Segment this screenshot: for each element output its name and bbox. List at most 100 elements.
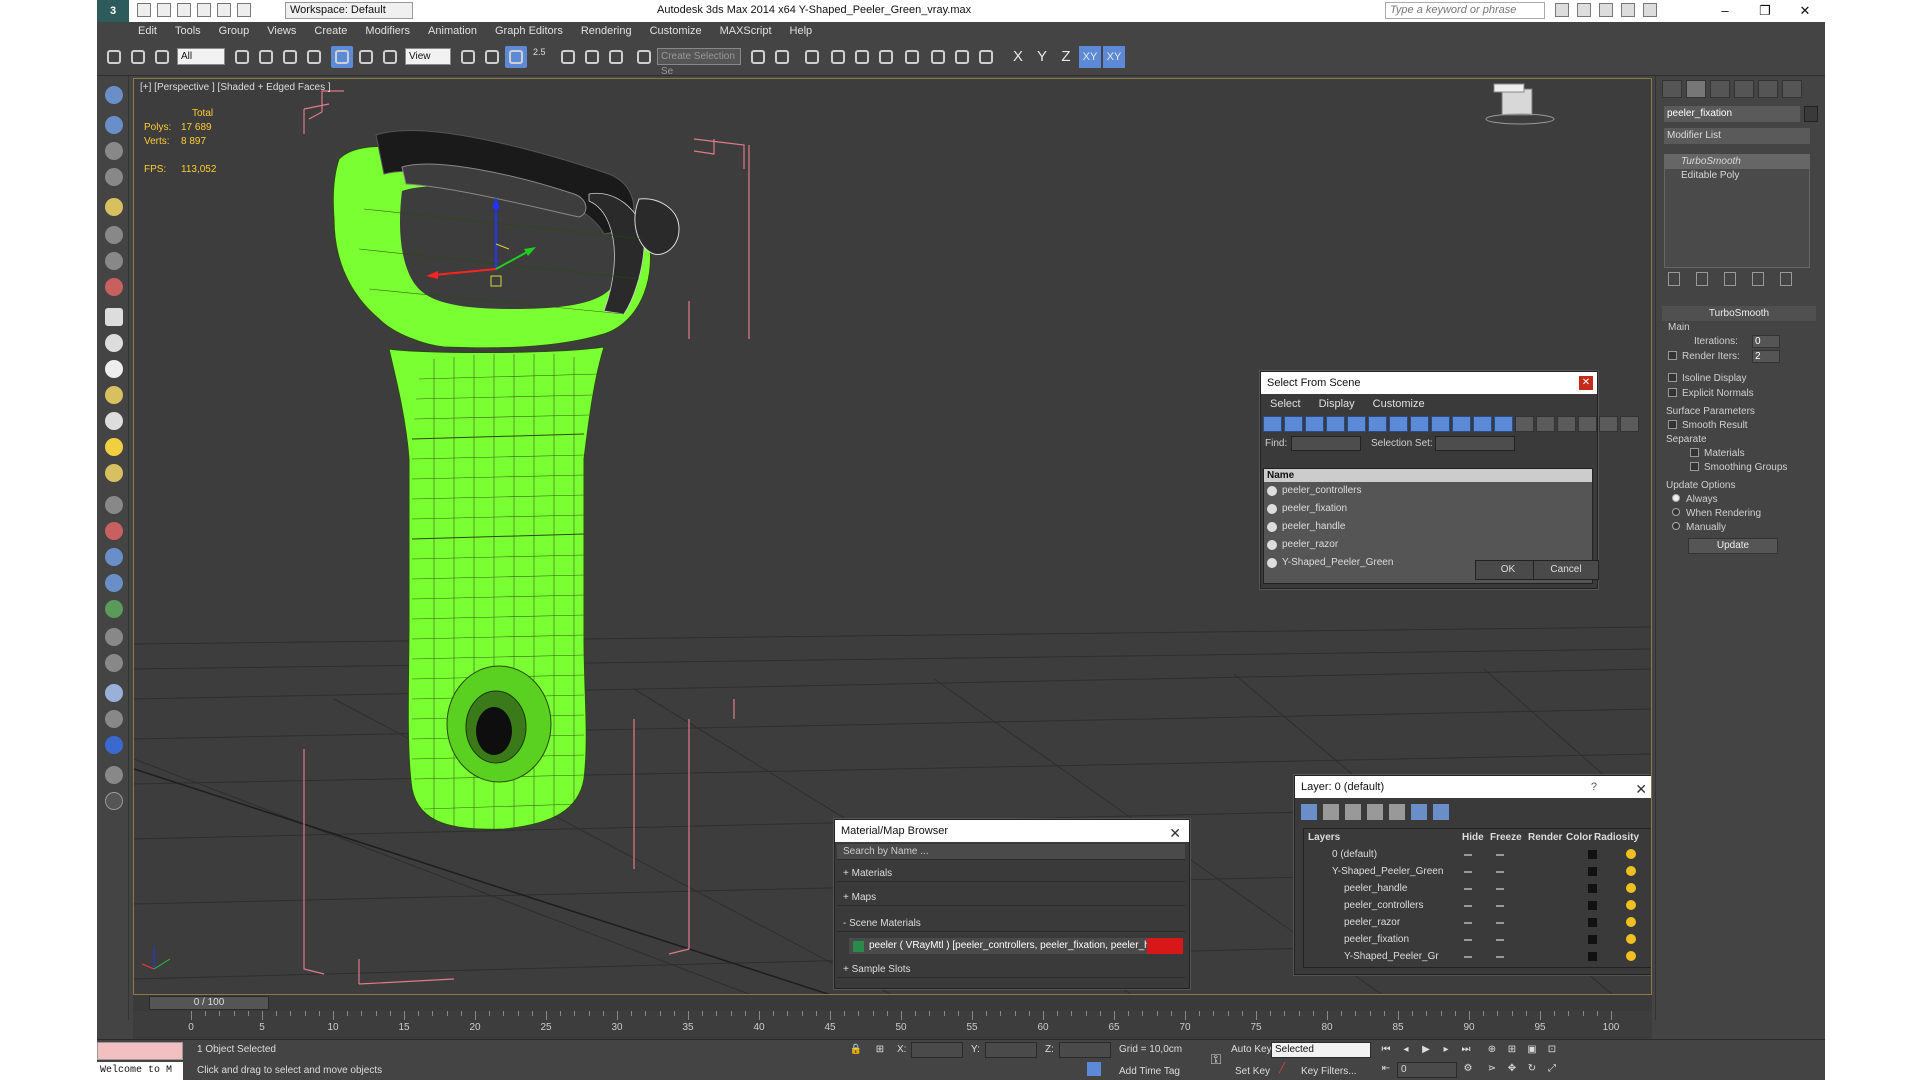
hierarchy-tab-icon[interactable] bbox=[1710, 80, 1730, 98]
layer-row[interactable]: Y-Shaped_Peeler_Green bbox=[1304, 863, 1651, 880]
close-icon[interactable]: ✕ bbox=[1169, 822, 1181, 844]
materials-section[interactable]: + Materials bbox=[837, 866, 1185, 882]
render-production-icon[interactable] bbox=[975, 46, 997, 68]
tool-icon-10[interactable] bbox=[105, 522, 123, 540]
show-end-result-icon[interactable] bbox=[1696, 272, 1708, 286]
scene-materials-section[interactable]: - Scene Materials bbox=[837, 916, 1185, 932]
maxscript-mini-listener[interactable]: Welcome to M bbox=[97, 1062, 183, 1080]
help-icon[interactable] bbox=[1643, 3, 1657, 17]
tool-icon-12[interactable] bbox=[105, 574, 123, 592]
mirror-icon[interactable] bbox=[747, 46, 769, 68]
isoline-checkbox[interactable] bbox=[1668, 373, 1677, 382]
maximize-viewport-icon[interactable]: ⤢ bbox=[1545, 1062, 1559, 1076]
percent-snap-icon[interactable] bbox=[581, 46, 603, 68]
add-to-layer-icon[interactable] bbox=[1345, 804, 1361, 820]
angle-snap-icon[interactable] bbox=[557, 46, 579, 68]
z-coord-field[interactable] bbox=[1059, 1042, 1111, 1058]
material-editor-icon[interactable] bbox=[901, 46, 923, 68]
utilities-tab-icon[interactable] bbox=[1782, 80, 1802, 98]
maximize-button[interactable]: ❐ bbox=[1745, 0, 1785, 22]
key-icon[interactable]: ⚿ bbox=[1209, 1052, 1223, 1066]
key-mode-icon[interactable]: ⇤ bbox=[1379, 1062, 1393, 1076]
time-tag-icon[interactable] bbox=[1087, 1062, 1101, 1076]
unlink-icon[interactable] bbox=[127, 46, 149, 68]
close-icon[interactable]: ✕ bbox=[1635, 778, 1647, 800]
list-item[interactable]: peeler_razor bbox=[1264, 536, 1592, 554]
render-iters-checkbox[interactable] bbox=[1668, 351, 1677, 360]
tool-icon-17[interactable] bbox=[105, 710, 123, 728]
zoom-all-icon[interactable]: ⊞ bbox=[1505, 1043, 1519, 1057]
axis-z-button[interactable]: Z bbox=[1055, 46, 1077, 68]
filter-hidden-icon[interactable] bbox=[1494, 416, 1513, 432]
tool-icon-19[interactable] bbox=[105, 766, 123, 784]
align-icon[interactable] bbox=[771, 46, 793, 68]
menu-group[interactable]: Group bbox=[210, 22, 259, 40]
hierarchy-icon[interactable] bbox=[1599, 416, 1618, 432]
col-hide[interactable]: Hide bbox=[1462, 829, 1484, 846]
orbit-icon[interactable]: ↻ bbox=[1525, 1062, 1539, 1076]
layer-row[interactable]: 0 (default) bbox=[1304, 846, 1651, 863]
select-by-name-icon[interactable] bbox=[255, 46, 277, 68]
maps-section[interactable]: + Maps bbox=[837, 890, 1185, 906]
edit-named-selection-icon[interactable] bbox=[633, 46, 655, 68]
modify-tab-icon[interactable] bbox=[1686, 80, 1706, 98]
filter-lights-icon[interactable] bbox=[1305, 416, 1324, 432]
select-move-icon[interactable] bbox=[331, 46, 353, 68]
tool-icon-9[interactable] bbox=[105, 496, 123, 514]
pin-stack-icon[interactable] bbox=[1668, 272, 1680, 286]
cone-icon[interactable] bbox=[105, 412, 123, 430]
turbosmooth-rollout-title[interactable]: TurboSmooth bbox=[1662, 306, 1816, 321]
select-invert-icon[interactable] bbox=[1557, 416, 1576, 432]
delete-layer-icon[interactable] bbox=[1323, 804, 1339, 820]
set-key-icon[interactable]: ╱ bbox=[1275, 1062, 1289, 1076]
menu-create[interactable]: Create bbox=[305, 22, 356, 40]
curve-editor-icon[interactable] bbox=[851, 46, 873, 68]
ok-button[interactable]: OK bbox=[1475, 560, 1541, 580]
tool-icon-7[interactable] bbox=[105, 252, 123, 270]
tool-icon-4[interactable] bbox=[105, 168, 123, 186]
zoom-extents-icon[interactable]: ▣ bbox=[1525, 1043, 1539, 1057]
zoom-icon[interactable]: ⊕ bbox=[1485, 1043, 1499, 1057]
select-scale-icon[interactable] bbox=[379, 46, 401, 68]
track-bar[interactable]: 0 5 10 15 20 25 30 35 40 45 50 55 60 65 … bbox=[133, 1011, 1652, 1039]
smooth-result-checkbox[interactable] bbox=[1668, 420, 1677, 429]
tool-icon-3[interactable] bbox=[105, 142, 123, 160]
filter-frozen-icon[interactable] bbox=[1473, 416, 1492, 432]
filter-shapes-icon[interactable] bbox=[1284, 416, 1303, 432]
menu-customize[interactable]: Customize bbox=[641, 22, 711, 40]
tool-icon-14[interactable] bbox=[105, 628, 123, 646]
materials-checkbox[interactable] bbox=[1690, 448, 1699, 457]
filter-bones-icon[interactable] bbox=[1431, 416, 1450, 432]
people-icon[interactable] bbox=[1599, 3, 1613, 17]
time-slider-track[interactable]: 0 / 100 bbox=[133, 995, 1652, 1011]
window-crossing-icon[interactable] bbox=[303, 46, 325, 68]
select-manipulate-icon[interactable] bbox=[481, 46, 503, 68]
menu-graph-editors[interactable]: Graph Editors bbox=[486, 22, 572, 40]
selection-filter-dropdown[interactable]: All bbox=[177, 48, 225, 65]
workspace-dropdown[interactable]: Workspace: Default bbox=[285, 2, 413, 19]
keyboard-shortcut-override-icon[interactable] bbox=[505, 46, 527, 68]
tool-icon-18[interactable] bbox=[105, 736, 123, 754]
filter-geometry-icon[interactable] bbox=[1263, 416, 1282, 432]
perspective-viewport[interactable]: [+] [Perspective ] [Shaded + Edged Faces… bbox=[133, 78, 1652, 995]
menu-modifiers[interactable]: Modifiers bbox=[356, 22, 419, 40]
menu-animation[interactable]: Animation bbox=[419, 22, 486, 40]
select-rotate-icon[interactable] bbox=[355, 46, 377, 68]
star-icon[interactable] bbox=[1621, 3, 1635, 17]
tool-icon-15[interactable] bbox=[105, 654, 123, 672]
geosphere-icon[interactable] bbox=[105, 360, 123, 378]
rendered-frame-window-icon[interactable] bbox=[951, 46, 973, 68]
tool-icon-2[interactable] bbox=[105, 116, 123, 134]
menu-help[interactable]: Help bbox=[781, 22, 822, 40]
filter-helpers-icon[interactable] bbox=[1347, 416, 1366, 432]
snap-toggle-icon[interactable]: 2.5 bbox=[533, 46, 555, 68]
viewport-label[interactable]: [+] [Perspective ] [Shaded + Edged Faces… bbox=[140, 82, 331, 93]
col-radiosity[interactable]: Radiosity bbox=[1594, 829, 1639, 846]
time-config-icon[interactable]: ⚙ bbox=[1461, 1062, 1475, 1076]
motion-tab-icon[interactable] bbox=[1734, 80, 1754, 98]
highlight-layer-icon[interactable] bbox=[1389, 804, 1405, 820]
auto-key-button[interactable]: Auto Key bbox=[1231, 1044, 1272, 1055]
when-rendering-radio[interactable] bbox=[1672, 508, 1680, 516]
close-icon[interactable]: ✕ bbox=[1579, 376, 1593, 390]
ref-coord-dropdown[interactable]: View bbox=[405, 48, 451, 65]
